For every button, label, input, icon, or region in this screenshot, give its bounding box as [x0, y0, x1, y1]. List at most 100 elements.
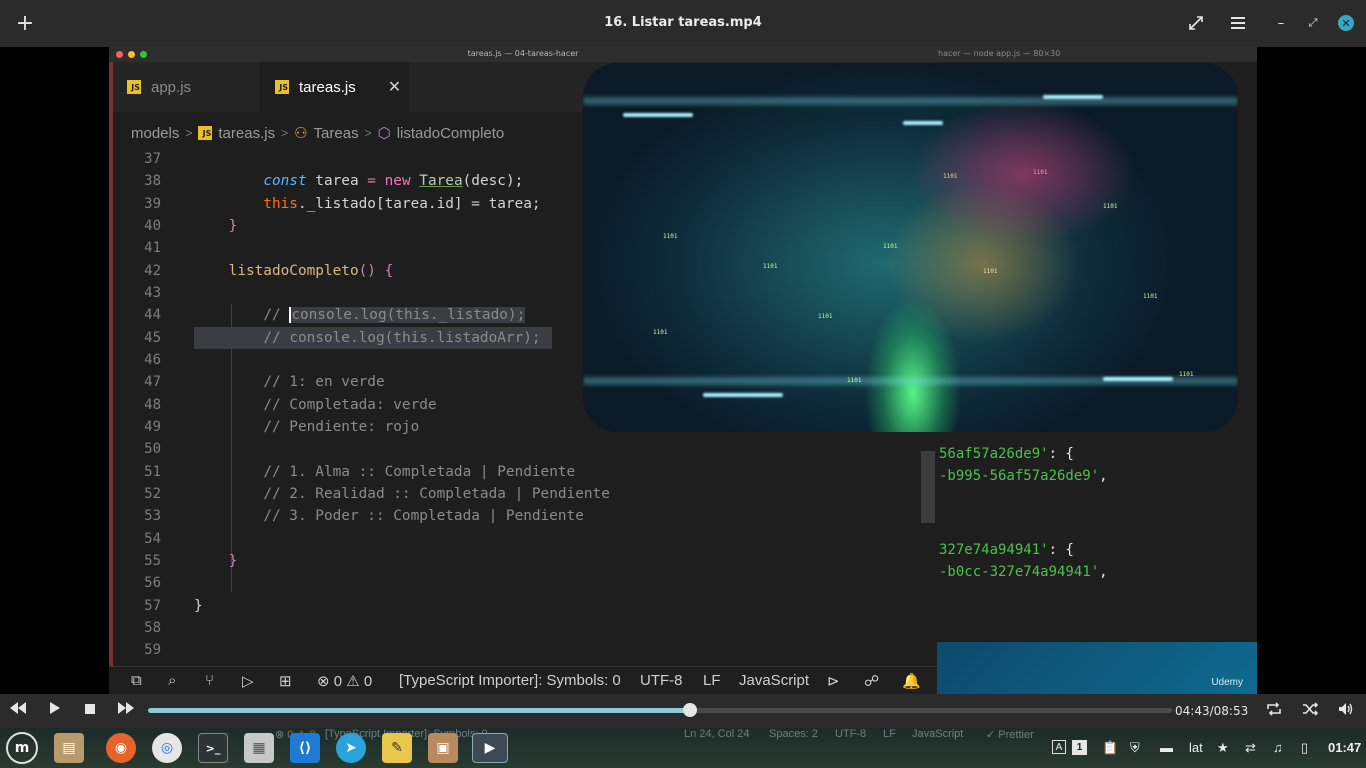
code-line: listadoCompleto() { [228, 262, 394, 279]
chrome-icon[interactable]: ◎ [152, 733, 182, 763]
line-number: 47 [144, 374, 161, 391]
bell-icon[interactable]: 🔔 [902, 672, 921, 690]
mac-titlebar: tareas.js — 04-tareas-hacer hacer — node… [109, 47, 1257, 62]
vscode-icon[interactable]: ⟨⟩ [290, 733, 320, 763]
mint-menu-icon[interactable]: m [6, 732, 38, 764]
problems-indicator[interactable]: ⊗ 0 ⚠ 0 [317, 672, 372, 690]
js-file-icon: JS [275, 80, 289, 94]
line-number: 54 [144, 530, 161, 547]
editor-edge [109, 62, 113, 666]
seek-progress [148, 708, 690, 713]
ghost-status-language: JavaScript [912, 728, 964, 740]
loop-button[interactable] [1266, 702, 1282, 720]
forward-button[interactable] [118, 702, 134, 718]
breadcrumb-item[interactable]: models [131, 125, 179, 142]
star-icon[interactable]: ★ [1217, 740, 1229, 756]
keyboard-layout[interactable]: lat [1189, 740, 1203, 755]
tab-app-js[interactable]: JS app.js [127, 62, 257, 112]
seek-handle[interactable] [682, 703, 697, 717]
stop-button[interactable] [85, 702, 95, 718]
volume-button[interactable] [1338, 702, 1354, 720]
archive-icon[interactable]: ▦ [244, 733, 274, 763]
line-number: 57 [144, 597, 161, 614]
keyboard-indicator[interactable]: A [1052, 740, 1066, 754]
package-icon[interactable]: ▣ [428, 733, 458, 763]
fullscreen-button[interactable] [1183, 10, 1209, 36]
seek-bar[interactable] [148, 703, 1172, 717]
run-icon[interactable]: ▷ [242, 672, 254, 690]
video-frame[interactable]: tareas.js — 04-tareas-hacer hacer — node… [0, 47, 1366, 694]
binary-digit: 1101 [983, 268, 998, 275]
play-button[interactable] [49, 702, 61, 718]
firefox-icon[interactable]: ◉ [106, 733, 136, 763]
binary-digit: 1101 [1179, 371, 1194, 378]
shield-icon[interactable]: ⛨ [1130, 740, 1140, 756]
breadcrumb-item[interactable]: tareas.js [218, 125, 275, 142]
line-number: 58 [144, 619, 161, 636]
minimize-button[interactable]: – [1268, 10, 1294, 36]
taskbar: ⊗ 0 ⚠ 0 [TypeScript Importer]: Symbols: … [0, 728, 1366, 768]
glow-streak [1103, 377, 1173, 381]
binary-digit: 1101 [1143, 293, 1158, 300]
code-line: // 2. Realidad :: Completada | Pendiente [263, 485, 610, 502]
tab-tareas-js[interactable]: JS tareas.js ✕ [259, 62, 409, 112]
extensions-icon[interactable]: ⊞ [279, 672, 292, 690]
line-number: 43 [144, 284, 161, 301]
menu-button[interactable] [1225, 10, 1251, 36]
eol-status[interactable]: LF [703, 672, 721, 689]
music-icon[interactable]: ♫ [1273, 740, 1283, 755]
encoding-status[interactable]: UTF-8 [640, 672, 683, 689]
terminal-icon[interactable]: ⊳ [827, 672, 840, 690]
display-icon[interactable]: ▬ [1160, 740, 1173, 755]
line-number: 51 [144, 463, 161, 480]
terminal-icon[interactable]: >_ [198, 733, 228, 763]
code-line: // Completada: verde [263, 396, 437, 413]
source-control-icon[interactable]: ⑂ [205, 672, 214, 689]
feedback-icon[interactable]: ☍ [864, 672, 879, 690]
player-title: 16. Listar tareas.mp4 [604, 15, 762, 30]
battery-icon[interactable]: ▯ [1301, 740, 1308, 756]
tab-label: app.js [151, 78, 192, 96]
close-button[interactable]: ✕ [1338, 15, 1354, 31]
vertical-scrollbar[interactable] [921, 451, 935, 523]
line-number: 42 [144, 262, 161, 279]
network-icon[interactable]: ⇄ [1245, 740, 1256, 756]
close-tab-icon[interactable]: ✕ [388, 77, 401, 97]
language-status[interactable]: JavaScript [739, 672, 809, 689]
code-editor[interactable]: const tarea = new Tarea(desc); this._lis… [194, 148, 610, 617]
line-numbers: 37 38 39 40 41 42 43 44 45 46 47 48 49 5… [129, 148, 161, 684]
chevron-right-icon: > [364, 126, 372, 140]
video-player-icon[interactable]: ▶ [472, 733, 508, 763]
binary-digit: 1101 [818, 313, 833, 320]
clipboard-icon[interactable]: 📋 [1102, 740, 1118, 756]
hamburger-icon [1231, 17, 1245, 29]
files-icon[interactable]: ▤ [54, 733, 84, 763]
clock[interactable]: 01:47 [1328, 740, 1361, 755]
time-display: 04:43/08:53 [1175, 704, 1249, 718]
play-icon [50, 702, 60, 714]
shuffle-icon [1303, 702, 1319, 716]
breadcrumb-item[interactable]: listadoCompleto [397, 125, 505, 142]
terminal-line: 327e74a94941': { [939, 542, 1074, 558]
glow-streak [623, 113, 693, 117]
line-number: 56 [144, 575, 161, 592]
rewind-button[interactable] [10, 702, 26, 718]
copy-icon[interactable]: ⧉ [131, 672, 142, 689]
line-number: 50 [144, 441, 161, 458]
terminal-line: -b995-56af57a26de9', [939, 468, 1108, 484]
code-line: this._listado[tarea.id] = tarea; [263, 195, 541, 212]
workspace-indicator[interactable]: 1 [1072, 740, 1087, 755]
importer-status[interactable]: [TypeScript Importer]: Symbols: 0 [399, 672, 621, 689]
shuffle-button[interactable] [1302, 702, 1319, 720]
notes-icon[interactable]: ✎ [382, 733, 412, 763]
code-line: const tarea = new Tarea(desc); [263, 173, 524, 190]
code-line: // console.log(this.listadoArr); [194, 326, 552, 349]
restore-button[interactable]: ⤢ [1300, 10, 1326, 36]
breadcrumb-item[interactable]: Tareas [314, 125, 359, 142]
method-icon: ⬡ [377, 125, 391, 142]
telegram-icon[interactable]: ➤ [336, 733, 366, 763]
search-icon[interactable]: ⌕ [168, 672, 176, 689]
